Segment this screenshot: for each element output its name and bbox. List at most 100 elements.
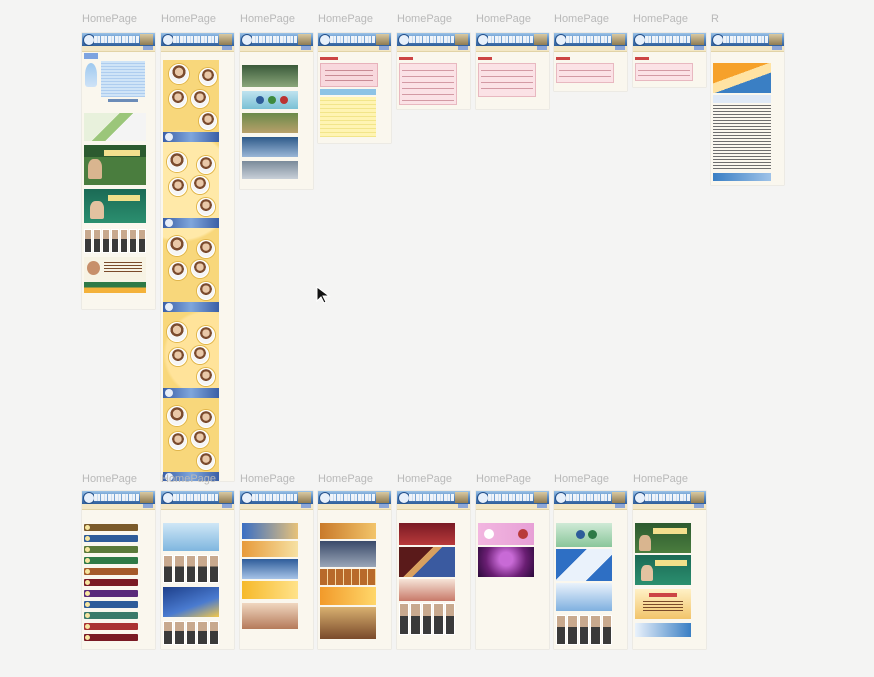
department-banner bbox=[163, 388, 219, 398]
courses-table bbox=[635, 63, 693, 81]
frame-label[interactable]: HomePage bbox=[318, 473, 373, 485]
frame-label[interactable]: R bbox=[711, 13, 719, 25]
frame-label[interactable]: HomePage bbox=[633, 473, 688, 485]
award-strip bbox=[84, 623, 138, 630]
event-poster bbox=[478, 547, 534, 577]
frame-label[interactable]: HomePage bbox=[82, 13, 137, 25]
frame-header bbox=[476, 33, 549, 46]
section-title bbox=[478, 57, 492, 60]
frame-navbar bbox=[161, 46, 234, 52]
event-poster bbox=[556, 583, 612, 611]
award-strip bbox=[84, 546, 138, 553]
frame-label[interactable]: HomePage bbox=[240, 473, 295, 485]
frame-header bbox=[633, 491, 706, 504]
page-frame[interactable] bbox=[318, 491, 391, 649]
hero-poster bbox=[713, 63, 771, 93]
page-frame[interactable] bbox=[554, 491, 627, 649]
frame-navbar bbox=[318, 46, 391, 52]
frame-header bbox=[82, 33, 155, 46]
frame-header bbox=[711, 33, 784, 46]
frame-header bbox=[161, 33, 234, 46]
page-frame[interactable] bbox=[633, 33, 706, 87]
page-frame[interactable] bbox=[633, 491, 706, 649]
frame-label[interactable]: HomePage bbox=[161, 13, 216, 25]
testimonial-banner bbox=[399, 523, 455, 545]
cursor-svg bbox=[316, 286, 331, 304]
page-frame[interactable] bbox=[476, 491, 549, 649]
graduates-grid bbox=[163, 621, 220, 645]
graduates-grid bbox=[399, 603, 456, 635]
frame-label[interactable]: HomePage bbox=[554, 13, 609, 25]
page-frame[interactable] bbox=[711, 33, 784, 185]
page-frame[interactable] bbox=[397, 491, 470, 649]
award-strip bbox=[84, 524, 138, 531]
frame-label[interactable]: HomePage bbox=[397, 13, 452, 25]
award-strip bbox=[84, 535, 138, 542]
schedule-table bbox=[320, 97, 376, 137]
frame-label[interactable]: HomePage bbox=[476, 473, 531, 485]
frame-label[interactable]: HomePage bbox=[240, 13, 295, 25]
page-frame[interactable] bbox=[554, 33, 627, 91]
article-text bbox=[713, 105, 771, 171]
award-strip bbox=[84, 557, 138, 564]
graduates-photo bbox=[320, 607, 376, 639]
page-frame[interactable] bbox=[240, 33, 313, 189]
page-frame[interactable] bbox=[161, 491, 234, 649]
footer-strip bbox=[635, 623, 691, 637]
award-strip bbox=[84, 612, 138, 619]
department-banner bbox=[163, 218, 219, 228]
award-strip bbox=[84, 579, 138, 586]
frame-navbar bbox=[711, 46, 784, 52]
logos-banner bbox=[556, 523, 612, 547]
award-strip bbox=[84, 601, 138, 608]
frame-navbar bbox=[554, 46, 627, 52]
event-poster bbox=[163, 523, 219, 551]
frame-header bbox=[633, 33, 706, 46]
page-frame[interactable] bbox=[161, 33, 234, 481]
event-poster bbox=[84, 257, 146, 293]
frame-label[interactable]: HomePage bbox=[161, 473, 216, 485]
frame-label[interactable]: HomePage bbox=[82, 473, 137, 485]
page-frame[interactable] bbox=[240, 491, 313, 649]
page-frame[interactable] bbox=[82, 33, 155, 309]
frame-label[interactable]: HomePage bbox=[397, 473, 452, 485]
section-title bbox=[399, 57, 413, 60]
headline-bar bbox=[713, 95, 771, 103]
graduates-grid bbox=[163, 555, 220, 583]
frame-navbar bbox=[554, 504, 627, 510]
building-image bbox=[140, 34, 153, 45]
frame-navbar bbox=[318, 504, 391, 510]
design-canvas[interactable]: HomePage HomePage HomePage HomePage Home… bbox=[0, 0, 874, 677]
event-poster bbox=[635, 589, 691, 619]
congrats-card bbox=[84, 145, 146, 185]
page-frame[interactable] bbox=[476, 33, 549, 109]
graduates-photo bbox=[242, 603, 298, 629]
footer-strip bbox=[713, 173, 771, 181]
event-poster bbox=[163, 587, 219, 617]
page-frame[interactable] bbox=[318, 33, 391, 143]
frame-label[interactable]: HomePage bbox=[476, 13, 531, 25]
frame-header bbox=[318, 491, 391, 504]
event-poster bbox=[242, 523, 298, 539]
event-photo bbox=[242, 137, 298, 157]
page-frame[interactable] bbox=[82, 491, 155, 649]
frame-label[interactable]: HomePage bbox=[633, 13, 688, 25]
frame-navbar bbox=[476, 504, 549, 510]
event-photo bbox=[320, 541, 376, 567]
frame-navbar bbox=[397, 504, 470, 510]
bottle-image bbox=[85, 63, 97, 87]
page-frame[interactable] bbox=[397, 33, 470, 109]
info-table bbox=[320, 63, 378, 87]
section-title bbox=[320, 57, 338, 60]
frame-navbar bbox=[82, 46, 155, 52]
frame-label[interactable]: HomePage bbox=[318, 13, 373, 25]
frame-navbar bbox=[397, 46, 470, 52]
campus-photo bbox=[242, 65, 298, 87]
logos-banner bbox=[242, 91, 298, 109]
congrats-card bbox=[635, 555, 691, 585]
frame-header bbox=[397, 491, 470, 504]
department-banner bbox=[163, 132, 219, 142]
section-title bbox=[635, 57, 649, 60]
frame-navbar bbox=[633, 504, 706, 510]
frame-label[interactable]: HomePage bbox=[554, 473, 609, 485]
